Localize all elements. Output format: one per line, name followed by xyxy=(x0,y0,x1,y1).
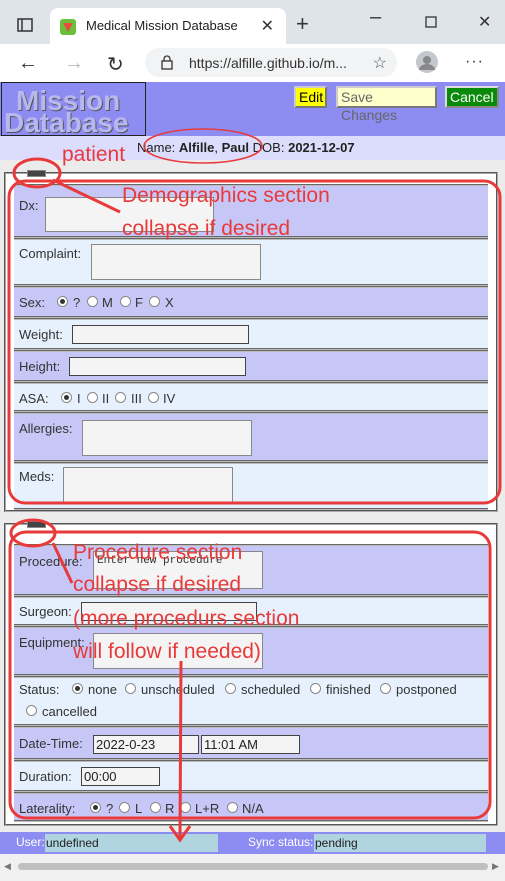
demographics-collapse-circle xyxy=(12,157,62,189)
more-sections-arrow-line xyxy=(178,660,183,839)
procedure-pointer-line xyxy=(51,542,74,584)
procedure-annotation-4: will follow if needed) xyxy=(73,640,261,663)
demographics-pointer-line xyxy=(52,178,121,214)
procedure-annotation-3: (more procedurs section xyxy=(73,607,300,630)
name-highlight-ellipse xyxy=(143,128,263,164)
annotation-overlay xyxy=(7,128,502,843)
demographics-annotation-1: Demographics section xyxy=(122,184,330,207)
procedure-annotation-1: Procedure section xyxy=(73,541,243,564)
procedure-annotation-2: collapse if desired xyxy=(73,573,242,596)
patient-annotation: patient xyxy=(62,143,126,166)
demographics-annotation-2: collapse if desired xyxy=(122,217,291,240)
